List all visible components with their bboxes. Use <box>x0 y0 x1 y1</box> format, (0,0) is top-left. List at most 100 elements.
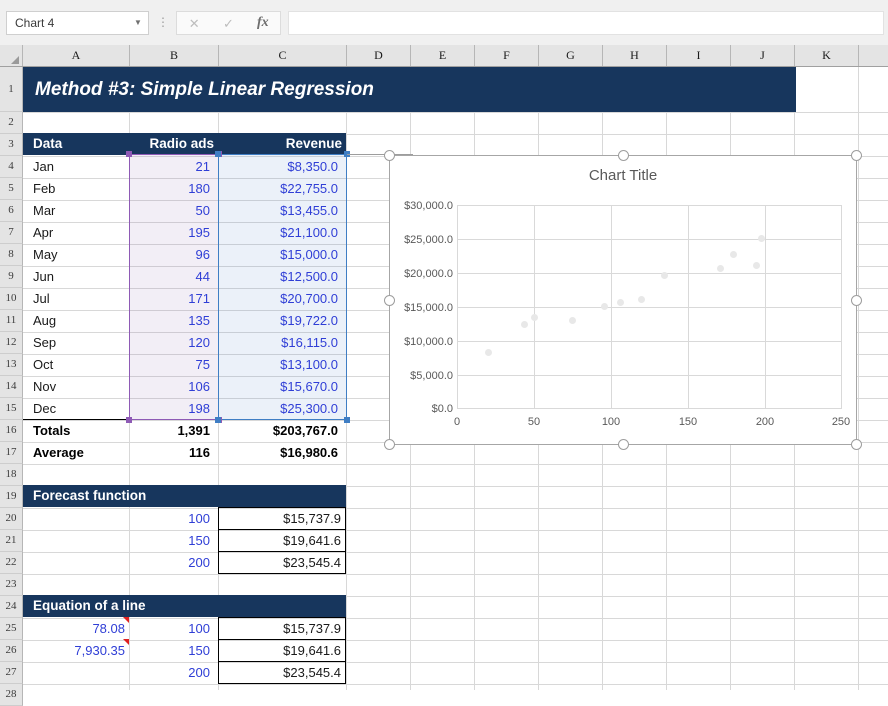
row-header-10[interactable]: 10 <box>0 288 23 310</box>
row-header-15[interactable]: 15 <box>0 398 23 420</box>
row-header-11[interactable]: 11 <box>0 310 23 332</box>
selection-handle[interactable] <box>215 417 221 423</box>
row-header-12[interactable]: 12 <box>0 332 23 354</box>
row-header-1[interactable]: 1 <box>0 67 23 112</box>
row-header-3[interactable]: 3 <box>0 134 23 156</box>
cell-month[interactable]: Feb <box>29 177 129 199</box>
row-header-7[interactable]: 7 <box>0 222 23 244</box>
cell-month[interactable]: Sep <box>29 331 129 353</box>
forecast-x[interactable]: 100 <box>130 507 214 529</box>
column-header-a[interactable]: A <box>23 45 130 66</box>
column-header-c[interactable]: C <box>219 45 347 66</box>
column-header-k[interactable]: K <box>795 45 859 66</box>
totals-revenue[interactable]: $203,767.0 <box>219 419 342 441</box>
row-header-5[interactable]: 5 <box>0 178 23 200</box>
chart-resize-handle[interactable] <box>618 150 629 161</box>
chart-resize-handle[interactable] <box>851 439 862 450</box>
equation-x[interactable]: 150 <box>130 639 214 661</box>
cell-month[interactable]: Mar <box>29 199 129 221</box>
cell-month[interactable]: Apr <box>29 221 129 243</box>
comment-indicator-icon[interactable] <box>123 639 129 645</box>
forecast-y[interactable]: $15,737.9 <box>218 507 346 530</box>
selection-handle[interactable] <box>126 417 132 423</box>
formula-input[interactable] <box>288 11 884 35</box>
cell-month[interactable]: Aug <box>29 309 129 331</box>
selection-handle[interactable] <box>215 151 221 157</box>
cancel-icon[interactable]: ✕ <box>177 17 211 30</box>
cell-month[interactable]: May <box>29 243 129 265</box>
row-header-23[interactable]: 23 <box>0 574 23 596</box>
average-revenue[interactable]: $16,980.6 <box>219 441 342 463</box>
row-header-24[interactable]: 24 <box>0 596 23 618</box>
average-ads[interactable]: 116 <box>130 441 214 463</box>
cell-month[interactable]: Dec <box>29 397 129 419</box>
table-header-revenue: Revenue <box>285 136 342 152</box>
comment-indicator-icon[interactable] <box>123 617 129 623</box>
chevron-down-icon[interactable]: ▼ <box>128 19 148 27</box>
row-header-9[interactable]: 9 <box>0 266 23 288</box>
equation-y[interactable]: $15,737.9 <box>218 617 346 640</box>
row-header-16[interactable]: 16 <box>0 420 23 442</box>
row-header-22[interactable]: 22 <box>0 552 23 574</box>
cell-month[interactable]: Jun <box>29 265 129 287</box>
selection-border-revenue[interactable] <box>218 154 347 420</box>
forecast-x[interactable]: 150 <box>130 529 214 551</box>
chart-object[interactable]: Chart Title $30,000.0 $25,000.0 $20,000.… <box>384 150 862 450</box>
name-box[interactable]: Chart 4 ▼ <box>6 11 149 35</box>
forecast-y[interactable]: $19,641.6 <box>218 529 346 552</box>
select-all-corner[interactable] <box>0 45 23 66</box>
column-header-b[interactable]: B <box>130 45 219 66</box>
totals-ads[interactable]: 1,391 <box>130 419 214 441</box>
column-header-e[interactable]: E <box>411 45 475 66</box>
row-header-17[interactable]: 17 <box>0 442 23 464</box>
chart-resize-handle[interactable] <box>851 150 862 161</box>
row-header-19[interactable]: 19 <box>0 486 23 508</box>
column-header-g[interactable]: G <box>539 45 603 66</box>
scatter-point <box>531 314 538 321</box>
row-header-20[interactable]: 20 <box>0 508 23 530</box>
row-header-18[interactable]: 18 <box>0 464 23 486</box>
chart-ytick-label: $5,000.0 <box>410 370 453 382</box>
row-header-27[interactable]: 27 <box>0 662 23 684</box>
row-header-21[interactable]: 21 <box>0 530 23 552</box>
column-header-f[interactable]: F <box>475 45 539 66</box>
confirm-icon[interactable]: ✓ <box>211 17 245 30</box>
cell-month[interactable]: Jan <box>29 155 129 177</box>
equation-x[interactable]: 100 <box>130 617 214 639</box>
vertical-dots-icon[interactable]: ⋮ <box>157 16 169 30</box>
cell-month[interactable]: Nov <box>29 375 129 397</box>
row-header-8[interactable]: 8 <box>0 244 23 266</box>
selection-handle[interactable] <box>344 417 350 423</box>
column-header-h[interactable]: H <box>603 45 667 66</box>
insert-function-icon[interactable]: fx <box>246 16 280 30</box>
equation-intercept[interactable]: 7,930.35 <box>29 639 129 661</box>
column-header-j[interactable]: J <box>731 45 795 66</box>
chart-ytick-label: $10,000.0 <box>404 336 453 348</box>
chart-resize-handle[interactable] <box>618 439 629 450</box>
selection-handle[interactable] <box>126 151 132 157</box>
selection-border-radio-ads[interactable] <box>129 154 219 420</box>
chart-resize-handle[interactable] <box>851 295 862 306</box>
chart-title[interactable]: Chart Title <box>389 167 857 184</box>
row-header-6[interactable]: 6 <box>0 200 23 222</box>
row-header-26[interactable]: 26 <box>0 640 23 662</box>
cell-month[interactable]: Oct <box>29 353 129 375</box>
row-header-4[interactable]: 4 <box>0 156 23 178</box>
chart-resize-handle[interactable] <box>384 439 395 450</box>
equation-y[interactable]: $23,545.4 <box>218 661 346 684</box>
column-header-i[interactable]: I <box>667 45 731 66</box>
row-header-25[interactable]: 25 <box>0 618 23 640</box>
row-header-2[interactable]: 2 <box>0 112 23 134</box>
row-header-14[interactable]: 14 <box>0 376 23 398</box>
column-header-d[interactable]: D <box>347 45 411 66</box>
equation-x[interactable]: 200 <box>130 661 214 683</box>
row-header-13[interactable]: 13 <box>0 354 23 376</box>
equation-slope[interactable]: 78.08 <box>29 617 129 639</box>
chart-resize-handle[interactable] <box>384 295 395 306</box>
forecast-x[interactable]: 200 <box>130 551 214 573</box>
row-header-28[interactable]: 28 <box>0 684 23 706</box>
chart-resize-handle[interactable] <box>384 150 395 161</box>
cell-month[interactable]: Jul <box>29 287 129 309</box>
forecast-y[interactable]: $23,545.4 <box>218 551 346 574</box>
equation-y[interactable]: $19,641.6 <box>218 639 346 662</box>
